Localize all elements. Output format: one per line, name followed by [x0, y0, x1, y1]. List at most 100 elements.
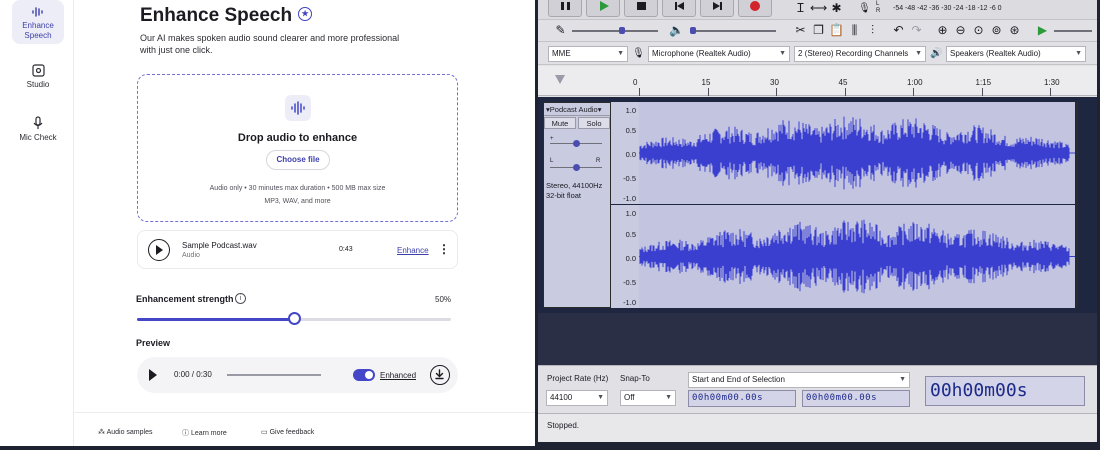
info-icon[interactable]: i — [235, 293, 246, 304]
info-icon: ⓘ — [182, 430, 191, 437]
play-button[interactable] — [586, 0, 620, 17]
fit-project-icon[interactable]: ⊚ — [988, 22, 1005, 39]
scale-label: -1.0 — [623, 194, 636, 203]
strength-slider[interactable] — [137, 312, 451, 325]
record-volume-slider[interactable] — [572, 27, 658, 34]
tools-toolbar: ✎ 🔈 ✂ ❐ 📋 ⫼ ⫶ ↶ ↷ ⊕ ⊖ ⊙ ⊚ ⊛ ▶ — [538, 20, 1097, 42]
learn-more-label: Learn more — [190, 430, 227, 437]
pan-slider[interactable] — [550, 164, 602, 171]
gain-slider[interactable] — [550, 140, 602, 147]
selection-mode-select[interactable]: Start and End of Selection ▼ — [688, 372, 910, 388]
track-format-rate: Stereo, 44100Hz — [546, 181, 603, 190]
speaker-volume-icon: 🔈 — [669, 23, 684, 37]
timeline-ruler[interactable]: 0 15 30 45 1:00 1:15 1:30 — [538, 66, 1097, 96]
fit-selection-icon[interactable]: ⊙ — [970, 22, 987, 39]
play-icon[interactable] — [149, 369, 157, 381]
toggle-knob — [365, 371, 373, 379]
snap-to-select[interactable]: Off ▼ — [620, 390, 676, 406]
envelope-tool-icon[interactable]: ⟷ — [810, 0, 827, 17]
scale-label: 1.0 — [625, 106, 636, 115]
undo-icon[interactable]: ↶ — [890, 22, 907, 39]
rail-item-enhance-speech[interactable]: Enhance Speech — [12, 0, 64, 44]
scale-label: -1.0 — [623, 298, 636, 307]
play-at-speed-icon[interactable]: ▶ — [1034, 22, 1051, 39]
audio-position-display[interactable]: 00h00m00s — [925, 376, 1085, 406]
drop-zone[interactable]: Drop audio to enhance Choose file Audio … — [137, 74, 458, 222]
choose-file-button[interactable]: Choose file — [266, 150, 330, 170]
waveform-icon — [32, 7, 43, 17]
copy-icon[interactable]: ❐ — [810, 22, 827, 39]
track-border — [1076, 102, 1078, 308]
page-title: Enhance Speech ★ — [140, 5, 313, 27]
rail-item-studio[interactable]: Studio — [12, 64, 64, 98]
slider-thumb[interactable] — [288, 312, 301, 325]
screen: Enhance Speech Studio Mic Check Enhance … — [0, 0, 1100, 450]
download-button[interactable] — [430, 365, 450, 385]
scale-label: -0.5 — [623, 278, 636, 287]
selection-tool-icon[interactable]: Ｉ — [792, 0, 809, 17]
waveform-left-channel[interactable] — [639, 102, 1075, 204]
skip-end-button[interactable] — [700, 0, 734, 17]
ruler-tick-label: 1:15 — [975, 78, 992, 87]
recording-device-select[interactable]: Microphone (Realtek Audio) ▼ — [648, 46, 790, 62]
selection-start-time[interactable]: 00h00m00.00s — [688, 390, 796, 407]
selection-end-value: 00h00m00.00s — [806, 393, 878, 403]
play-speed-slider[interactable] — [1054, 30, 1092, 32]
learn-more-link[interactable]: ⓘ Learn more — [182, 428, 227, 438]
studio-icon — [31, 64, 45, 77]
status-bar: Stopped. — [538, 413, 1097, 442]
give-feedback-link[interactable]: ▭ Give feedback — [261, 428, 314, 436]
drop-note-formats: MP3, WAV, and more — [264, 198, 331, 205]
project-rate-select[interactable]: 44100 ▼ — [546, 390, 608, 406]
rail-item-label: Studio — [26, 80, 50, 89]
preview-player: 0:00 / 0:30 Enhanced — [137, 357, 458, 393]
zoom-toggle-icon[interactable]: ⊛ — [1006, 22, 1023, 39]
selection-toolbar: Project Rate (Hz) 44100 ▼ Snap-To Off ▼ St… — [538, 365, 1097, 413]
record-meter-icon[interactable]: 🎙 — [856, 0, 873, 17]
cut-icon[interactable]: ✂ — [792, 22, 809, 39]
page-title-text: Enhance Speech — [140, 5, 293, 26]
zoom-out-icon[interactable]: ⊖ — [952, 22, 969, 39]
playback-volume-slider[interactable] — [690, 27, 776, 34]
recording-channels-select[interactable]: 2 (Stereo) Recording Channels ▼ — [794, 46, 926, 62]
solo-button[interactable]: Solo — [578, 117, 610, 129]
redo-icon[interactable]: ↷ — [908, 22, 925, 39]
play-button[interactable] — [148, 239, 170, 261]
playback-device-select[interactable]: Speakers (Realtek Audio) ▼ — [946, 46, 1086, 62]
audio-samples-link[interactable]: ⁂ Audio samples — [98, 428, 152, 436]
record-button[interactable] — [738, 0, 772, 17]
recording-channels-value: 2 (Stereo) Recording Channels — [798, 49, 909, 58]
pause-button[interactable] — [548, 0, 582, 17]
zoom-in-icon[interactable]: ⊕ — [934, 22, 951, 39]
waveform-right-channel[interactable] — [639, 205, 1075, 308]
silence-icon[interactable]: ⫶ — [864, 22, 881, 39]
track-name-menu[interactable]: ▾Podcast Audio▾ — [544, 104, 610, 116]
enhanced-toggle[interactable] — [353, 369, 375, 381]
scale-label: -0.5 — [623, 174, 636, 183]
waveform-right-svg — [639, 219, 1075, 294]
timeline-options-icon[interactable] — [555, 75, 565, 84]
preview-progress[interactable] — [227, 374, 321, 376]
trim-icon[interactable]: ⫼ — [846, 22, 863, 39]
enhance-speech-app: Enhance Speech Studio Mic Check Enhance … — [0, 0, 535, 446]
paste-icon[interactable]: 📋 — [828, 22, 845, 39]
more-options-icon[interactable]: ⋮ — [438, 241, 450, 259]
track-format-depth: 32-bit float — [546, 191, 582, 200]
preview-time: 0:00 / 0:30 — [174, 370, 212, 379]
page-subtitle: Our AI makes spoken audio sound clearer … — [140, 33, 400, 55]
chevron-down-icon: ▼ — [617, 50, 624, 57]
multi-tool-icon[interactable]: ✱ — [828, 0, 845, 17]
meter-scale[interactable]: -54 -48 -42 -36 -30 -24 -18 -12 -6 0 — [893, 5, 1002, 12]
waveform-left-svg — [639, 116, 1075, 190]
empty-track-space[interactable] — [538, 313, 1097, 365]
rail-item-mic-check[interactable]: Mic Check — [12, 116, 64, 150]
enhance-link[interactable]: Enhance — [397, 246, 429, 255]
stop-button[interactable] — [624, 0, 658, 17]
scale-label: 0.5 — [625, 230, 636, 239]
ruler-tick-mark — [913, 88, 914, 96]
skip-start-button[interactable] — [662, 0, 696, 17]
audio-host-select[interactable]: MME ▼ — [548, 46, 628, 62]
selection-end-time[interactable]: 00h00m00.00s — [802, 390, 910, 407]
strength-value: 50% — [435, 295, 452, 304]
mute-button[interactable]: Mute — [544, 117, 576, 129]
